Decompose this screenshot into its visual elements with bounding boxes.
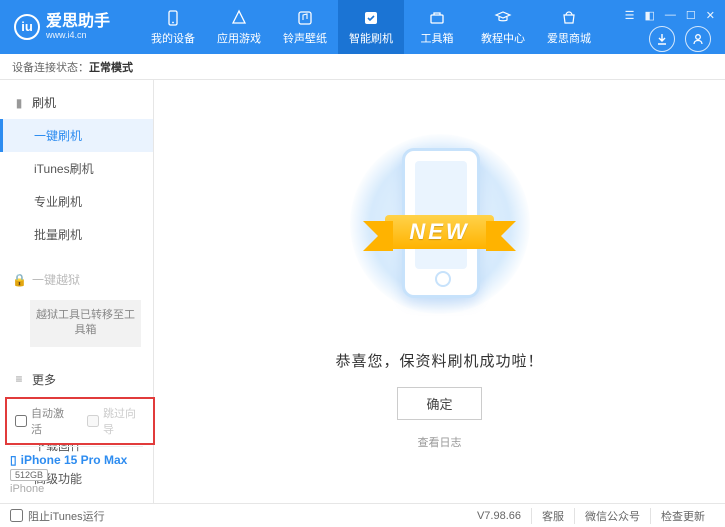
- store-icon: [560, 9, 578, 27]
- window-controls: ☰ ◧ — ☐ ✕: [615, 9, 725, 22]
- checkbox-input[interactable]: [10, 509, 23, 522]
- checkbox-label: 阻止iTunes运行: [28, 508, 105, 524]
- success-illustration: NEW: [340, 128, 540, 328]
- sidebar-item-batch[interactable]: 批量刷机: [0, 218, 153, 251]
- minimize-icon[interactable]: —: [665, 9, 676, 22]
- new-ribbon: NEW: [385, 215, 493, 249]
- sidebar-item-pro[interactable]: 专业刷机: [0, 185, 153, 218]
- footer-link-update[interactable]: 检查更新: [650, 508, 715, 524]
- checkbox-input[interactable]: [15, 415, 27, 427]
- app-site: www.i4.cn: [46, 31, 110, 41]
- ok-button[interactable]: 确定: [397, 387, 481, 420]
- sidebar-section-jailbreak[interactable]: 🔒 一键越狱: [0, 263, 153, 296]
- footer-link-wechat[interactable]: 微信公众号: [574, 508, 650, 524]
- download-button[interactable]: [649, 26, 675, 52]
- maximize-icon[interactable]: ☐: [686, 9, 696, 22]
- top-nav: 我的设备 应用游戏 铃声壁纸 智能刷机 工具箱 教程中心 爱思商城: [140, 0, 615, 54]
- device-icon: [164, 9, 182, 27]
- nav-label: 工具箱: [421, 30, 454, 46]
- nav-ringtone[interactable]: 铃声壁纸: [272, 0, 338, 54]
- nav-apps[interactable]: 应用游戏: [206, 0, 272, 54]
- status-prefix: 设备连接状态：: [12, 59, 89, 75]
- nav-label: 我的设备: [151, 30, 195, 46]
- sidebar: ▮ 刷机 一键刷机 iTunes刷机 专业刷机 批量刷机 🔒 一键越狱 越狱工具…: [0, 80, 154, 503]
- nav-my-device[interactable]: 我的设备: [140, 0, 206, 54]
- nav-flash[interactable]: 智能刷机: [338, 0, 404, 54]
- sidebar-section-more[interactable]: ≡ 更多: [0, 363, 153, 396]
- device-info: ▯ iPhone 15 Pro Max 512GB iPhone: [0, 440, 153, 503]
- lock-icon: 🔒: [12, 273, 26, 287]
- options-highlight-box: 自动激活 跳过向导: [5, 397, 155, 445]
- checkbox-label: 自动激活: [31, 405, 73, 437]
- menu-icon[interactable]: ☰: [625, 9, 635, 22]
- view-log-link[interactable]: 查看日志: [418, 434, 462, 450]
- logo-icon: iu: [14, 14, 40, 40]
- device-storage-badge: 512GB: [10, 469, 48, 481]
- nav-store[interactable]: 爱思商城: [536, 0, 602, 54]
- block-itunes-checkbox[interactable]: 阻止iTunes运行: [10, 508, 105, 524]
- jailbreak-note: 越狱工具已转移至工具箱: [30, 300, 141, 347]
- nav-label: 智能刷机: [349, 30, 393, 46]
- tutorial-icon: [494, 9, 512, 27]
- main-content: NEW 恭喜您，保资料刷机成功啦！ 确定 查看日志: [154, 80, 725, 503]
- titlebar: iu 爱思助手 www.i4.cn 我的设备 应用游戏 铃声壁纸 智能刷机 工具…: [0, 0, 725, 54]
- app-name: 爱思助手: [46, 13, 110, 31]
- device-name: iPhone 15 Pro Max: [21, 453, 128, 467]
- status-value: 正常模式: [89, 59, 133, 75]
- device-name-row[interactable]: ▯ iPhone 15 Pro Max: [10, 446, 143, 467]
- sidebar-item-oneclick[interactable]: 一键刷机: [0, 119, 153, 152]
- more-icon: ≡: [12, 372, 26, 386]
- sidebar-section-flash[interactable]: ▮ 刷机: [0, 86, 153, 119]
- checkbox-label: 跳过向导: [103, 405, 145, 437]
- sidebar-item-itunes[interactable]: iTunes刷机: [0, 152, 153, 185]
- section-title: 一键越狱: [32, 271, 80, 288]
- user-button[interactable]: [685, 26, 711, 52]
- nav-tutorial[interactable]: 教程中心: [470, 0, 536, 54]
- nav-label: 铃声壁纸: [283, 30, 327, 46]
- version-label: V7.98.66: [467, 510, 531, 522]
- skin-icon[interactable]: ◧: [645, 9, 655, 22]
- flash-icon: [362, 9, 380, 27]
- apps-icon: [230, 9, 248, 27]
- checkbox-input[interactable]: [87, 415, 99, 427]
- nav-label: 教程中心: [481, 30, 525, 46]
- status-bar: 设备连接状态： 正常模式: [0, 54, 725, 80]
- toolbox-icon: [428, 9, 446, 27]
- checkbox-skip-setup[interactable]: 跳过向导: [87, 405, 145, 437]
- nav-label: 爱思商城: [547, 30, 591, 46]
- nav-toolbox[interactable]: 工具箱: [404, 0, 470, 54]
- footer-link-support[interactable]: 客服: [531, 508, 574, 524]
- ringtone-icon: [296, 9, 314, 27]
- device-type: iPhone: [10, 483, 143, 495]
- close-icon[interactable]: ✕: [706, 9, 715, 22]
- device-phone-icon: ▯: [10, 453, 17, 467]
- nav-label: 应用游戏: [217, 30, 261, 46]
- section-title: 刷机: [32, 94, 56, 111]
- success-message: 恭喜您，保资料刷机成功啦！: [335, 350, 543, 371]
- phone-icon: ▮: [12, 96, 26, 110]
- checkbox-auto-activate[interactable]: 自动激活: [15, 405, 73, 437]
- section-title: 更多: [32, 371, 56, 388]
- app-logo: iu 爱思助手 www.i4.cn: [0, 13, 120, 40]
- footer: 阻止iTunes运行 V7.98.66 客服 微信公众号 检查更新: [0, 503, 725, 527]
